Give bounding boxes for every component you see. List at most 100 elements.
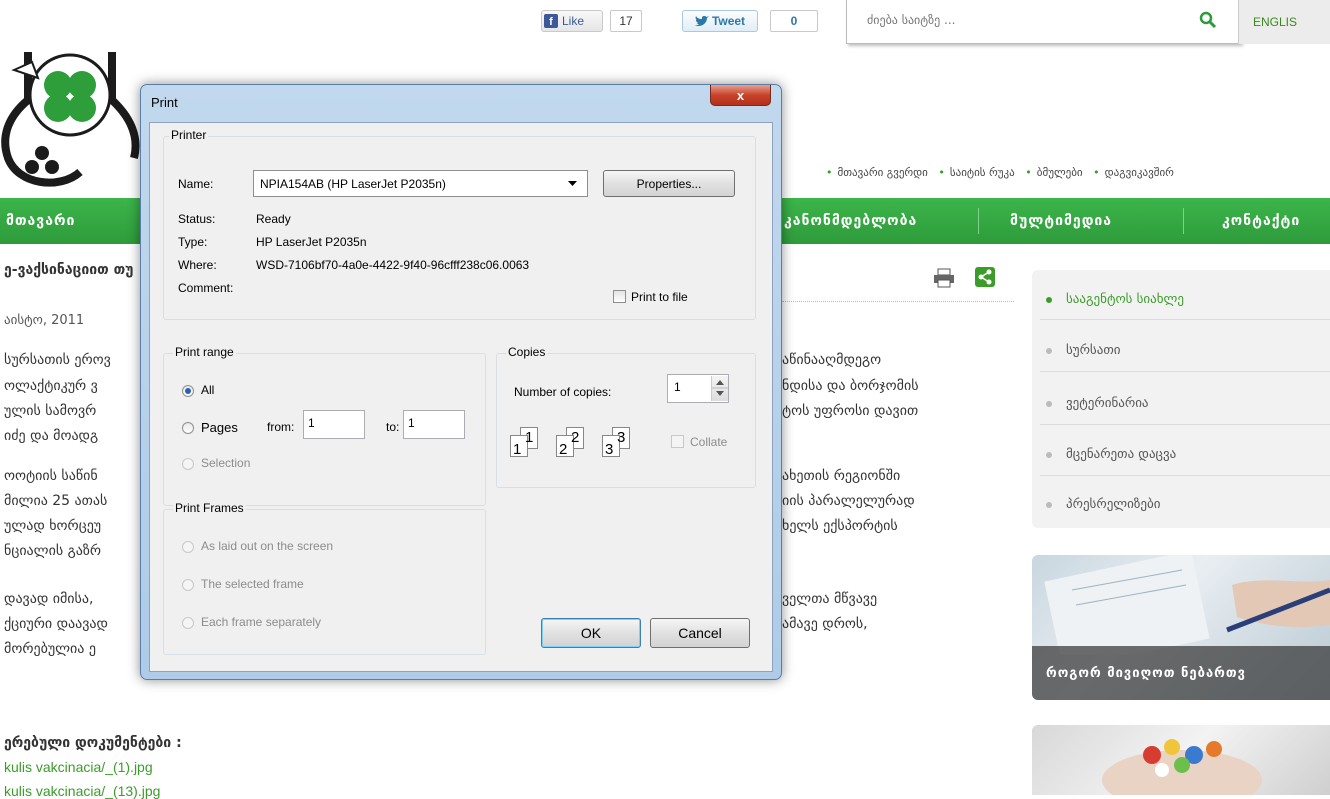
article-line: ტოს უფროსი დავით	[782, 403, 919, 419]
collate-checkbox[interactable]	[671, 435, 684, 448]
frames-option-label[interactable]: Each frame separately	[201, 615, 321, 629]
bullet-icon	[1046, 400, 1052, 407]
tweet-button[interactable]: Tweet	[682, 10, 758, 32]
article-line: იძე და მოადგ	[4, 428, 99, 444]
collate-page-number: 2	[559, 441, 568, 458]
facebook-like-button[interactable]: f Like	[541, 10, 603, 32]
frames-selected-radio[interactable]	[182, 579, 194, 591]
frames-separately-radio[interactable]	[182, 617, 194, 629]
article-line: დავად იმისა,	[4, 591, 94, 607]
article-date: აისტო, 2011	[4, 313, 85, 328]
sidebar-item-label: მცენარეთა დაცვა	[1066, 447, 1177, 462]
article-line: ნციალის გაზრ	[4, 543, 101, 559]
topnav-links[interactable]: ბმულები	[1037, 166, 1083, 179]
sidebar-item-press[interactable]: პრესრელიზები	[1046, 497, 1160, 512]
all-label[interactable]: All	[201, 383, 214, 397]
print-range-label: Print range	[173, 345, 236, 359]
to-page-input[interactable]: 1	[403, 410, 465, 439]
printer-name-value: NPIA154AB (HP LaserJet P2035n)	[260, 176, 446, 191]
frames-option-label[interactable]: As laid out on the screen	[201, 539, 333, 553]
collate-page-number: 1	[525, 429, 534, 446]
bullet-icon	[1046, 347, 1052, 354]
status-label: Status:	[178, 212, 216, 226]
nav-item-law[interactable]: კანონმდებლობა	[784, 198, 917, 244]
type-value: HP LaserJet P2035n	[256, 235, 367, 249]
where-label: Where:	[178, 258, 217, 272]
close-button[interactable]: x	[710, 85, 771, 106]
nav-divider	[978, 208, 979, 234]
twitter-bird-icon	[694, 15, 709, 26]
topnav-home[interactable]: მთავარი გვერდი	[838, 166, 928, 179]
article-title: ე-ვაქსინაციით თუ	[4, 262, 134, 278]
close-icon: x	[736, 87, 745, 103]
article-line: ამავე დროს,	[782, 616, 868, 632]
frames-option-label[interactable]: The selected frame	[201, 577, 304, 591]
number-of-copies-label: Number of copies:	[514, 385, 612, 399]
sidebar-item-label: ვეტერინარია	[1066, 396, 1149, 411]
sidebar-item-label: სააგენტოს სიახლე	[1066, 292, 1184, 307]
sidebar-item-plant-protection[interactable]: მცენარეთა დაცვა	[1046, 447, 1176, 462]
tweet-label: Tweet	[711, 14, 746, 28]
bullet-icon	[1046, 296, 1052, 303]
collate-label[interactable]: Collate	[690, 435, 727, 449]
article-line: აწინააღმდეგო	[782, 352, 882, 368]
topnav-sitemap[interactable]: საიტის რუკა	[950, 166, 1015, 179]
pills-banner[interactable]	[1032, 725, 1330, 795]
selection-label[interactable]: Selection	[201, 456, 250, 470]
pages-label[interactable]: Pages	[201, 420, 238, 435]
printer-name-select[interactable]: NPIA154AB (HP LaserJet P2035n)	[253, 170, 588, 197]
attachment-link[interactable]: kulis vakcinacia/_(1).jpg	[4, 759, 153, 775]
site-logo[interactable]	[0, 40, 140, 190]
properties-button[interactable]: Properties...	[603, 170, 735, 197]
sidebar-item-food[interactable]: სურსათი	[1046, 343, 1120, 358]
to-label: to:	[386, 420, 400, 434]
language-switch[interactable]: ENGLIS	[1238, 0, 1330, 44]
bullet-icon	[1046, 501, 1052, 508]
pages-radio[interactable]	[182, 422, 194, 434]
cancel-button[interactable]: Cancel	[650, 618, 750, 648]
fb-like-count: 17	[610, 10, 642, 32]
frames-as-laid-out-radio[interactable]	[182, 541, 194, 553]
all-radio[interactable]	[182, 385, 194, 397]
selection-radio[interactable]	[182, 458, 194, 470]
name-label: Name:	[178, 177, 214, 191]
article-line: სურსათის ეროვ	[4, 352, 111, 368]
topnav-contact[interactable]: დაგვიკავშირ	[1105, 166, 1174, 179]
printer-group-label: Printer	[169, 128, 209, 142]
where-value: WSD-7106bf70-4a0e-4422-9f40-96cfff238c06…	[256, 258, 530, 272]
search-input[interactable]	[865, 12, 1169, 28]
printer-icon[interactable]	[933, 268, 955, 288]
copies-spinner[interactable]	[711, 376, 728, 401]
attachments-title: ერებული დოკუმენტები :	[4, 735, 182, 751]
nav-item-multimedia[interactable]: მულტიმედია	[1010, 198, 1112, 244]
sidebar-item-label: პრესრელიზები	[1066, 497, 1161, 512]
ok-button[interactable]: OK	[541, 618, 641, 648]
collate-illustration: 1 1 2 2 3 3	[506, 421, 656, 461]
dialog-body: Printer Name: NPIA154AB (HP LaserJet P20…	[149, 122, 773, 672]
share-icon[interactable]	[975, 267, 995, 287]
search-icon[interactable]	[1199, 11, 1217, 29]
sidebar-item-veterinary[interactable]: ვეტერინარია	[1046, 396, 1149, 411]
promo-banner[interactable]: როგორ მივიღოთ ნებართვ	[1032, 555, 1330, 700]
article-line: ულის სამოვრ	[4, 403, 97, 419]
fb-like-label: Like	[562, 14, 585, 28]
print-dialog: Print x Printer Name: NPIA154AB (HP Lase…	[140, 84, 782, 680]
article-line: მორებულია ე	[4, 641, 96, 657]
article-line: ახეთის რეგიონში	[782, 468, 901, 484]
copies-value: 1	[674, 380, 681, 394]
print-to-file-checkbox[interactable]	[613, 290, 626, 303]
attachment-link[interactable]: kulis vakcinacia/_(13).jpg	[4, 783, 160, 799]
from-page-input[interactable]: 1	[303, 410, 365, 439]
article-line: ნდისა და ბორჯომის	[782, 378, 919, 394]
sidebar-divider	[1040, 371, 1330, 372]
article-line: იის პარალელურად	[782, 493, 915, 509]
nav-item-contact[interactable]: კონტაქტი	[1222, 198, 1300, 244]
type-label: Type:	[178, 235, 208, 249]
pills-image	[1102, 739, 1262, 795]
collate-page-number: 3	[617, 429, 626, 446]
sidebar-item-news[interactable]: სააგენტოს სიახლე	[1046, 292, 1184, 307]
nav-divider	[1183, 208, 1184, 234]
status-value: Ready	[256, 212, 291, 226]
print-to-file-label[interactable]: Print to file	[631, 290, 688, 304]
nav-item-home[interactable]: მთავარი	[6, 198, 75, 244]
